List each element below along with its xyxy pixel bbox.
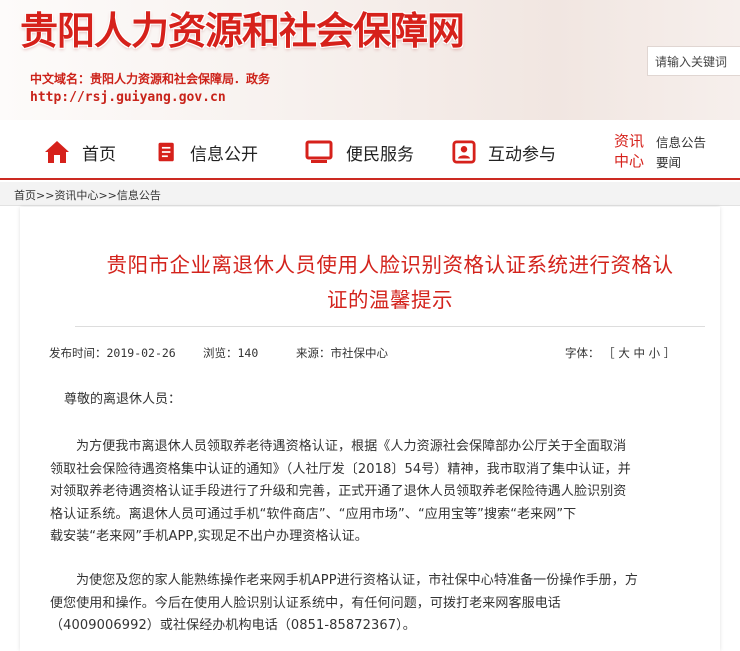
search-input[interactable]: 请输入关键词 (647, 46, 740, 76)
nav-item-info-disclosure[interactable]: 信息公开 (156, 138, 258, 166)
home-icon (45, 141, 69, 163)
breadcrumb-separator: >> (98, 189, 117, 202)
font-medium-button[interactable]: 中 (633, 346, 645, 360)
paragraph-1: 为方便我市离退休人员领取养老待遇资格认证，根据《人力资源社会保障部办公厅关于全面… (50, 439, 631, 545)
publish-time: 发布时间：2019-02-26 (49, 346, 176, 360)
nav-item-convenience[interactable]: 便民服务 (304, 138, 414, 166)
view-count: 浏览：140 (203, 346, 259, 360)
breadcrumb-announcements[interactable]: 信息公告 (117, 189, 161, 202)
article-panel: 贵阳市企业离退休人员使用人脸识别资格认证系统进行资格认 证的温馨提示 发布时间：… (20, 207, 720, 651)
site-title[interactable]: 贵阳人力资源和社会保障网 (20, 8, 465, 54)
font-size-switcher: 字体： ［ 大 中 小 ］ (565, 346, 676, 360)
publish-date: 2019-02-26 (106, 346, 176, 360)
article-source: 来源：市社保中心 (296, 346, 388, 360)
title-divider (75, 326, 705, 327)
contact-card-icon (452, 140, 476, 164)
font-large-button[interactable]: 大 (618, 346, 630, 360)
breadcrumb-separator: >> (36, 189, 55, 202)
nav-item-interaction[interactable]: 互动参与 (452, 138, 556, 166)
nav-label-interaction: 互动参与 (488, 144, 556, 165)
nav-item-home[interactable]: 首页 (44, 138, 116, 166)
nav-label-info-disclosure: 信息公开 (190, 144, 258, 165)
main-nav: 首页 信息公开 便民服务 互动参与 资讯 中心 信息公告 要闻 (0, 120, 740, 180)
breadcrumb: 首页>>资讯中心>>信息公告 (0, 182, 740, 206)
nav-label-home: 首页 (82, 144, 116, 165)
site-header: 贵阳人力资源和社会保障网 中文域名：贵阳人力资源和社会保障局．政务 http:/… (0, 0, 740, 120)
site-url[interactable]: http://rsj.guiyang.gov.cn (30, 90, 226, 105)
article-title: 贵阳市企业离退休人员使用人脸识别资格认证系统进行资格认 证的温馨提示 (106, 253, 674, 312)
document-icon (158, 142, 174, 162)
greeting: 尊敬的离退休人员： (64, 392, 182, 407)
news-center-links: 信息公告 要闻 (656, 133, 706, 173)
breadcrumb-news-center[interactable]: 资讯中心 (54, 189, 98, 202)
news-link-announcements[interactable]: 信息公告 (656, 133, 706, 153)
paragraph-2: 为使您及您的家人能熟练操作老来网手机APP进行资格认证，市社保中心特准备一份操作… (50, 573, 638, 634)
nav-label-convenience: 便民服务 (346, 144, 414, 165)
news-link-headlines[interactable]: 要闻 (656, 153, 706, 173)
chinese-domain-line: 中文域名：贵阳人力资源和社会保障局．政务 (30, 72, 271, 86)
monitor-icon (305, 140, 333, 163)
breadcrumb-home[interactable]: 首页 (14, 189, 36, 202)
font-small-button[interactable]: 小 (649, 346, 661, 360)
news-center-label[interactable]: 资讯 中心 (614, 131, 654, 171)
